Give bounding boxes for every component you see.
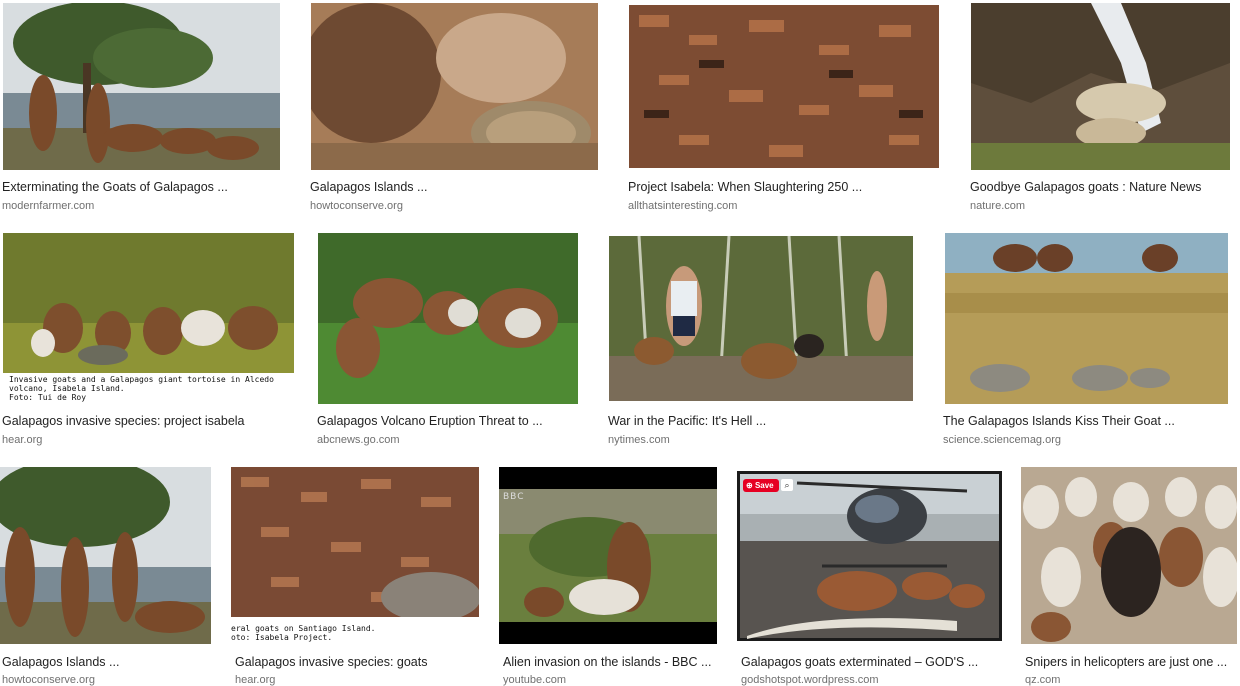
result-title[interactable]: Exterminating the Goats of Galapagos ... bbox=[2, 180, 282, 194]
result-source: nytimes.com bbox=[608, 434, 670, 446]
result-title[interactable]: Galapagos goats exterminated – GOD'S ... bbox=[741, 655, 1001, 669]
result-thumbnail[interactable] bbox=[629, 5, 939, 168]
result-source: nature.com bbox=[970, 200, 1026, 212]
result-thumbnail[interactable]: ⊕ Save ⌕ bbox=[737, 471, 1002, 641]
result-thumbnail[interactable]: BBC bbox=[499, 467, 717, 644]
result-source: modernfarmer.com bbox=[2, 200, 95, 212]
result-title[interactable]: War in the Pacific: It's Hell ... bbox=[608, 414, 918, 428]
photo-credit-overlay: Invasive goats and a Galapagos giant tor… bbox=[3, 373, 294, 404]
result-source: qz.com bbox=[1025, 674, 1061, 686]
overlay-line: Foto: Tui de Roy bbox=[9, 393, 87, 402]
result-source: youtube.com bbox=[503, 674, 566, 686]
result-title[interactable]: Galapagos Islands ... bbox=[310, 180, 600, 194]
result-source: hear.org bbox=[2, 434, 43, 446]
result-source: abcnews.go.com bbox=[317, 434, 400, 446]
result-title[interactable]: Galapagos Volcano Eruption Threat to ... bbox=[317, 414, 592, 428]
result-thumbnail[interactable] bbox=[0, 467, 211, 644]
result-title[interactable]: Snipers in helicopters are just one ... bbox=[1025, 655, 1237, 669]
result-thumbnail[interactable] bbox=[311, 3, 598, 170]
result-thumbnail[interactable]: Invasive goats and a Galapagos giant tor… bbox=[3, 233, 294, 404]
result-source: allthatsinteresting.com bbox=[628, 200, 738, 212]
result-source: howtoconserve.org bbox=[310, 200, 403, 212]
result-source: godshotspot.wordpress.com bbox=[741, 674, 879, 686]
overlay-line: oto: Isabela Project. bbox=[231, 633, 333, 642]
visual-search-icon[interactable]: ⌕ bbox=[781, 479, 793, 491]
result-title[interactable]: Project Isabela: When Slaughtering 250 .… bbox=[628, 180, 948, 194]
result-title[interactable]: Galapagos Islands ... bbox=[2, 655, 212, 669]
result-title[interactable]: Galapagos invasive species: goats bbox=[235, 655, 485, 669]
result-source: howtoconserve.org bbox=[2, 674, 95, 686]
save-label: Save bbox=[754, 481, 774, 490]
photo-credit-overlay: eral goats on Santiago Island. oto: Isab… bbox=[231, 622, 479, 644]
result-source: hear.org bbox=[235, 674, 276, 686]
overlay-line: Invasive goats and a Galapagos giant tor… bbox=[9, 375, 274, 384]
result-thumbnail[interactable] bbox=[945, 233, 1228, 404]
result-thumbnail[interactable] bbox=[1021, 467, 1237, 644]
pin-save-button[interactable]: ⊕ Save bbox=[743, 479, 779, 492]
result-title[interactable]: Galapagos invasive species: project isab… bbox=[2, 414, 302, 428]
result-source: science.sciencemag.org bbox=[943, 434, 1062, 446]
result-title[interactable]: The Galapagos Islands Kiss Their Goat ..… bbox=[943, 414, 1233, 428]
result-thumbnail[interactable] bbox=[971, 3, 1230, 170]
result-thumbnail[interactable] bbox=[609, 236, 913, 401]
result-thumbnail[interactable] bbox=[318, 233, 578, 404]
result-title[interactable]: Goodbye Galapagos goats : Nature News bbox=[970, 180, 1235, 194]
overlay-line: eral goats on Santiago Island. bbox=[231, 624, 376, 633]
overlay-line: volcano, Isabela Island. bbox=[9, 384, 125, 393]
result-thumbnail[interactable] bbox=[3, 3, 280, 170]
result-thumbnail[interactable]: eral goats on Santiago Island. oto: Isab… bbox=[231, 467, 479, 644]
result-title[interactable]: Alien invasion on the islands - BBC ... bbox=[503, 655, 721, 669]
bbc-watermark: BBC bbox=[503, 492, 525, 502]
